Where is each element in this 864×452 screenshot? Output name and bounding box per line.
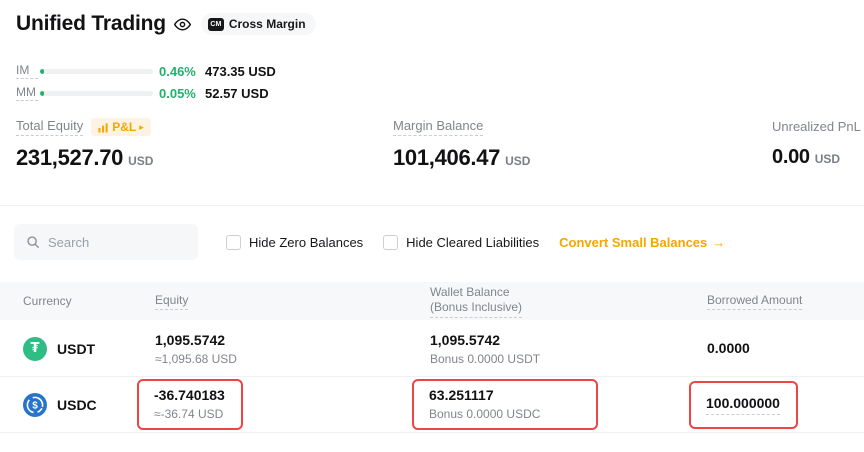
borrowed-amount-cell: 100.000000 [707,381,864,429]
page-header: Unified Trading CM Cross Margin [16,12,316,36]
convert-small-balances-link[interactable]: Convert Small Balances → [559,235,725,250]
caret-right-icon: ▸ [139,123,144,132]
equity-usd-value: ≈1,095.68 USD [155,352,430,366]
hide-zero-balances-toggle[interactable]: Hide Zero Balances [226,235,363,250]
hide-cleared-liabilities-toggle[interactable]: Hide Cleared Liabilities [383,235,539,250]
col-header-currency: Currency [23,294,155,308]
search-input[interactable] [48,235,178,250]
risk-rates: IM 0.46% 473.35 USD MM 0.05% 52.57 USD [16,60,276,104]
mm-value: 52.57 USD [205,86,269,101]
im-value: 473.35 USD [205,64,276,79]
borrowed-highlight-box: 100.000000 [689,381,798,429]
im-label: IM [16,63,38,79]
margin-balance-label: Margin Balance [393,118,483,136]
im-progress-fill [40,69,44,74]
row-divider [0,432,864,433]
borrowed-amount-cell: 0.0000 [707,340,864,357]
mm-percent: 0.05% [159,86,205,101]
wallet-balance-value: 1,095.5742 [430,332,707,349]
currency-cell: $ USDC [23,393,155,417]
equity-cell: -36.740183 ≈-36.74 USD [155,379,430,430]
eye-icon[interactable] [174,16,191,33]
im-row: IM 0.46% 473.35 USD [16,60,276,82]
unrealized-pnl-label: Unrealized PnL o [772,119,864,136]
wallet-balance-cell: 63.251117 Bonus 0.0000 USDC [430,379,707,430]
page-title: Unified Trading [16,12,166,36]
pnl-button[interactable]: P&L ▸ [91,118,151,136]
im-progress-bar [40,69,153,74]
usdt-coin-icon: ₮ [23,337,47,361]
unified-trading-page: Unified Trading CM Cross Margin IM 0.46%… [0,0,864,452]
hide-zero-balances-label: Hide Zero Balances [249,235,363,250]
cross-margin-label: Cross Margin [229,17,306,31]
borrowed-amount-value: 100.000000 [706,395,780,415]
currency-name: USDC [57,397,97,413]
cross-margin-icon: CM [208,18,224,31]
col-header-equity: Equity [155,293,430,310]
im-percent: 0.46% [159,64,205,79]
checkbox-icon[interactable] [226,235,241,250]
wallet-balance-value: 63.251117 [429,387,540,404]
table-header-row: Currency Equity Wallet Balance (Bonus In… [0,282,864,320]
margin-balance-unit: USD [505,154,530,168]
search-box[interactable] [14,224,198,260]
wallet-bonus-value: Bonus 0.0000 USDT [430,352,707,366]
section-divider [0,205,864,206]
svg-text:$: $ [32,400,38,411]
mm-label: MM [16,85,38,101]
total-equity-label: Total Equity [16,118,83,136]
table-row-usdt: ₮ USDT 1,095.5742 ≈1,095.68 USD 1,095.57… [0,321,864,376]
equity-value: -36.740183 [154,387,225,404]
mm-row: MM 0.05% 52.57 USD [16,82,276,104]
wallet-bonus-value: Bonus 0.0000 USDC [429,407,540,421]
unrealized-pnl-value: 0.00 [772,146,810,169]
col-header-borrowed-amount: Borrowed Amount [707,293,864,310]
cross-margin-badge: CM Cross Margin [201,13,316,35]
equity-cell: 1,095.5742 ≈1,095.68 USD [155,332,430,366]
checkbox-icon[interactable] [383,235,398,250]
margin-balance-value: 101,406.47 [393,145,500,171]
unrealized-pnl-unit: USD [815,152,840,166]
equity-usd-value: ≈-36.74 USD [154,407,225,421]
search-icon [26,235,40,249]
unrealized-pnl-stat: Unrealized PnL o 0.00 USD [772,118,864,169]
col-header-wallet-balance: Wallet Balance (Bonus Inclusive) [430,285,707,318]
convert-small-balances-label: Convert Small Balances [559,235,707,250]
total-equity-unit: USD [128,154,153,168]
mm-progress-bar [40,91,153,96]
table-row-usdc: $ USDC -36.740183 ≈-36.74 USD 63.251117 … [0,377,864,432]
wallet-highlight-box: 63.251117 Bonus 0.0000 USDC [412,379,598,430]
equity-highlight-box: -36.740183 ≈-36.74 USD [137,379,243,430]
hide-cleared-liabilities-label: Hide Cleared Liabilities [406,235,539,250]
currency-cell: ₮ USDT [23,337,155,361]
currency-name: USDT [57,341,95,357]
total-equity-value: 231,527.70 [16,145,123,171]
pnl-label: P&L [112,120,136,134]
mm-progress-fill [40,91,44,96]
filter-bar: Hide Zero Balances Hide Cleared Liabilit… [14,224,864,260]
borrowed-amount-value: 0.0000 [707,340,864,357]
usdc-coin-icon: $ [23,393,47,417]
total-equity-stat: Total Equity P&L ▸ 231,527.70 USD [16,118,153,171]
chart-icon [98,122,109,133]
wallet-balance-cell: 1,095.5742 Bonus 0.0000 USDT [430,332,707,366]
equity-value: 1,095.5742 [155,332,430,349]
margin-balance-stat: Margin Balance 101,406.47 USD [393,118,530,171]
arrow-right-icon: → [712,235,725,250]
